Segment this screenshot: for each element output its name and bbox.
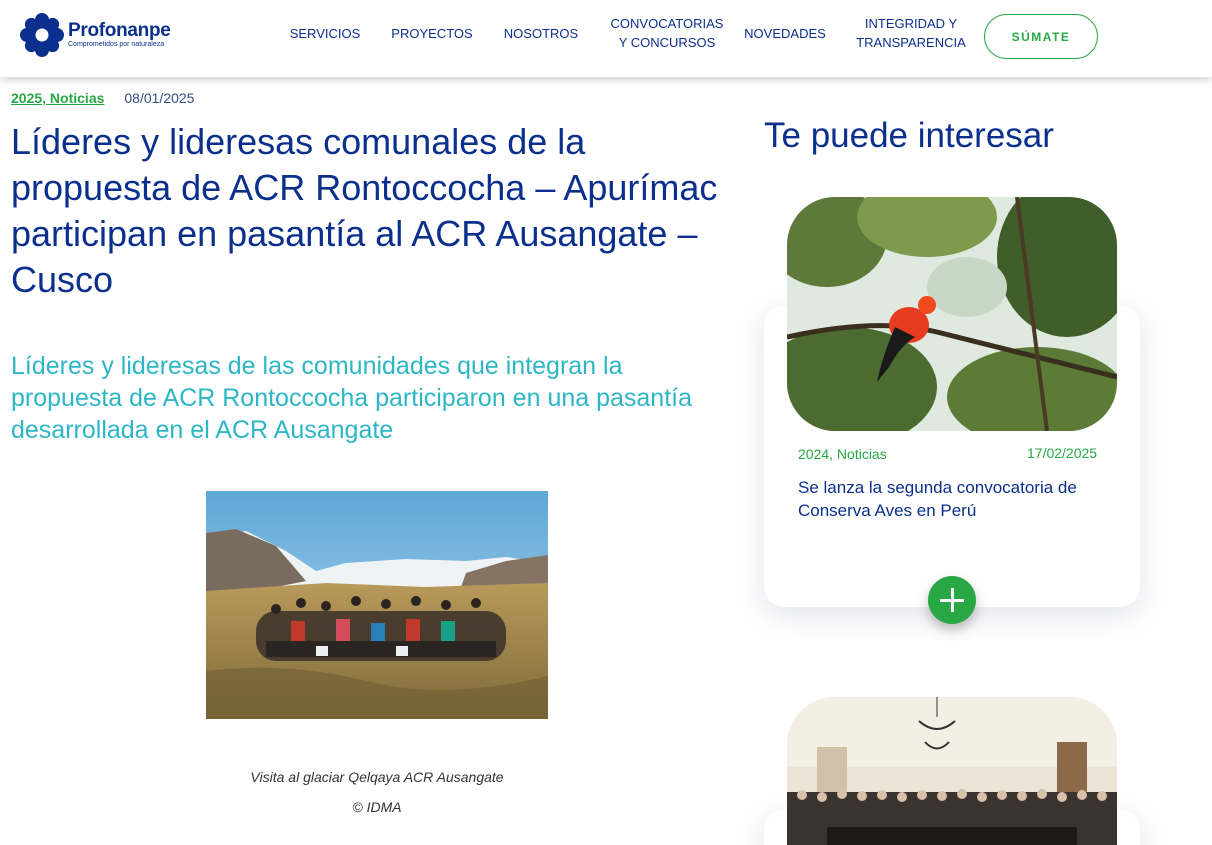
nav-convocatorias-line1: CONVOCATORIAS: [610, 16, 724, 31]
related-card-title[interactable]: Se lanza la segunda convocatoria de Cons…: [798, 476, 1118, 522]
logo-name: Profonanpe: [68, 20, 171, 41]
nav-novedades[interactable]: NOVEDADES: [740, 24, 830, 43]
sidebar-title: Te puede interesar: [764, 116, 1054, 155]
nav-integridad[interactable]: INTEGRIDAD Y TRANSPARENCIA: [850, 14, 972, 52]
plus-icon[interactable]: [928, 576, 976, 624]
article-title: Líderes y lideresas comunales de la prop…: [11, 121, 718, 300]
related-card-image-bird[interactable]: [787, 197, 1117, 431]
article-meta: 2025, Noticias 08/01/2025: [11, 90, 194, 106]
nav-convocatorias-line2: Y CONCURSOS: [618, 35, 716, 50]
site-header: Profonanpe Comprometidos por naturaleza …: [0, 0, 1212, 77]
nav-proyectos[interactable]: PROYECTOS: [386, 24, 478, 43]
photo-caption: Visita al glaciar Qelqaya ACR Ausangate: [250, 769, 504, 785]
article-category-link[interactable]: 2025, Noticias: [11, 90, 104, 106]
article-photo-glacier-group: [206, 491, 548, 719]
logo-tagline: Comprometidos por naturaleza: [68, 41, 165, 48]
photo-credit: © IDMA: [352, 799, 402, 815]
related-card-2-image-meeting[interactable]: [787, 697, 1117, 845]
sumate-button[interactable]: SÚMATE: [984, 14, 1098, 59]
profonanpe-logo[interactable]: Profonanpe Comprometidos por naturaleza: [20, 13, 171, 57]
nav-convocatorias[interactable]: CONVOCATORIAS Y CONCURSOS: [604, 14, 730, 52]
nav-nosotros[interactable]: NOSOTROS: [498, 24, 584, 43]
article-date: 08/01/2025: [124, 90, 195, 106]
flower-logo-icon: [20, 13, 64, 57]
related-card-category[interactable]: 2024, Noticias: [798, 446, 887, 462]
related-card-date: 17/02/2025: [1027, 445, 1098, 461]
article-subtitle: Líderes y lideresas de las comunidades q…: [11, 352, 693, 444]
nav-integridad-line2: TRANSPARENCIA: [856, 35, 966, 50]
nav-integridad-line1: INTEGRIDAD Y: [864, 16, 958, 31]
nav-servicios[interactable]: SERVICIOS: [284, 24, 366, 43]
